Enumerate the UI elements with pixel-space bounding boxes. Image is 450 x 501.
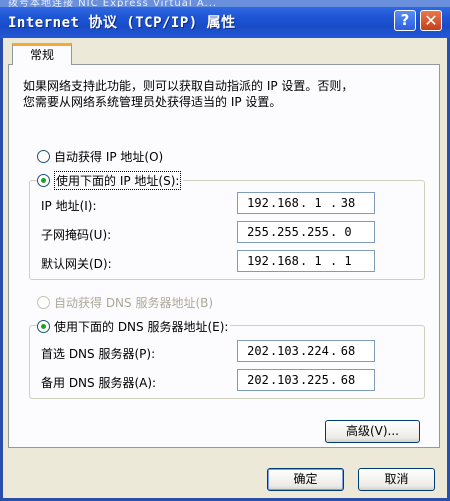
octet: 1 [314, 196, 322, 210]
radio-manual-dns-label: 使用下面的 DNS 服务器地址(E): [54, 320, 229, 334]
octet: 192 [247, 254, 269, 268]
alternate-dns-input[interactable]: 202. 103. 225. 68 [237, 369, 375, 391]
preferred-dns-input[interactable]: 202. 103. 224. 68 [237, 340, 375, 362]
octet: 68 [340, 373, 356, 387]
title-bar[interactable]: 拨号本地连接 NIC Express Virtual A... Internet… [0, 0, 450, 38]
octet: 168 [277, 196, 299, 210]
radio-auto-ip-label: 自动获得 IP 地址(O) [54, 150, 164, 164]
cancel-button[interactable]: 取消 [358, 468, 435, 491]
close-button[interactable]: ✕ [420, 10, 442, 31]
octet: 68 [340, 344, 356, 358]
dialog-body: 常规 如果网络支持此功能，则可以获取自动指派的 IP 设置。否则， 您需要从网络… [3, 38, 447, 498]
description: 如果网络支持此功能，则可以获取自动指派的 IP 设置。否则， 您需要从网络系统管… [23, 78, 433, 110]
radio-auto-dns: 自动获得 DNS 服务器地址(B) [37, 294, 213, 311]
octet: 168 [277, 254, 299, 268]
help-button[interactable]: ? [394, 10, 416, 31]
radio-manual-ip[interactable]: 使用下面的 IP 地址(S): [37, 171, 184, 190]
radio-checked-icon [37, 174, 50, 187]
window-title: Internet 协议 (TCP/IP) 属性 [8, 15, 236, 31]
octet: 255 [247, 225, 269, 239]
octet: 1 [314, 254, 322, 268]
radio-circle-icon [37, 296, 50, 309]
description-line-1: 如果网络支持此功能，则可以获取自动指派的 IP 设置。否则， [23, 79, 354, 93]
octet: 225 [307, 373, 329, 387]
radio-checked-icon [37, 320, 50, 333]
octet: 103 [277, 373, 299, 387]
tab-general[interactable]: 常规 [12, 43, 72, 65]
gateway-input[interactable]: 192. 168. 1. 1 [237, 250, 375, 272]
ip-address-label: IP 地址(I): [41, 199, 97, 213]
radio-manual-ip-label: 使用下面的 IP 地址(S): [54, 171, 182, 190]
alternate-dns-label: 备用 DNS 服务器(A): [41, 376, 157, 390]
octet: 1 [344, 254, 352, 268]
octet: 103 [277, 344, 299, 358]
octet: 255 [307, 225, 329, 239]
radio-circle-icon [37, 150, 50, 163]
radio-auto-ip[interactable]: 自动获得 IP 地址(O) [37, 148, 163, 165]
description-line-2: 您需要从网络系统管理员处获得适当的 IP 设置。 [23, 95, 282, 109]
octet: 255 [277, 225, 299, 239]
radio-manual-dns[interactable]: 使用下面的 DNS 服务器地址(E): [37, 318, 231, 335]
octet: 38 [340, 196, 356, 210]
octet: 224 [307, 344, 329, 358]
subnet-mask-input[interactable]: 255. 255. 255. 0 [237, 221, 375, 243]
octet: 0 [344, 225, 352, 239]
octet: 202 [247, 373, 269, 387]
subnet-mask-label: 子网掩码(U): [41, 228, 112, 242]
ip-address-input[interactable]: 192. 168. 1. 38 [237, 192, 375, 214]
advanced-button[interactable]: 高级(V)... [325, 420, 420, 443]
preferred-dns-label: 首选 DNS 服务器(P): [41, 347, 156, 361]
octet: 202 [247, 344, 269, 358]
ok-button[interactable]: 确定 [267, 468, 344, 491]
gateway-label: 默认网关(D): [41, 257, 112, 271]
radio-auto-dns-label: 自动获得 DNS 服务器地址(B) [54, 296, 214, 310]
octet: 192 [247, 196, 269, 210]
background-window-title: 拨号本地连接 NIC Express Virtual A... [0, 0, 450, 7]
